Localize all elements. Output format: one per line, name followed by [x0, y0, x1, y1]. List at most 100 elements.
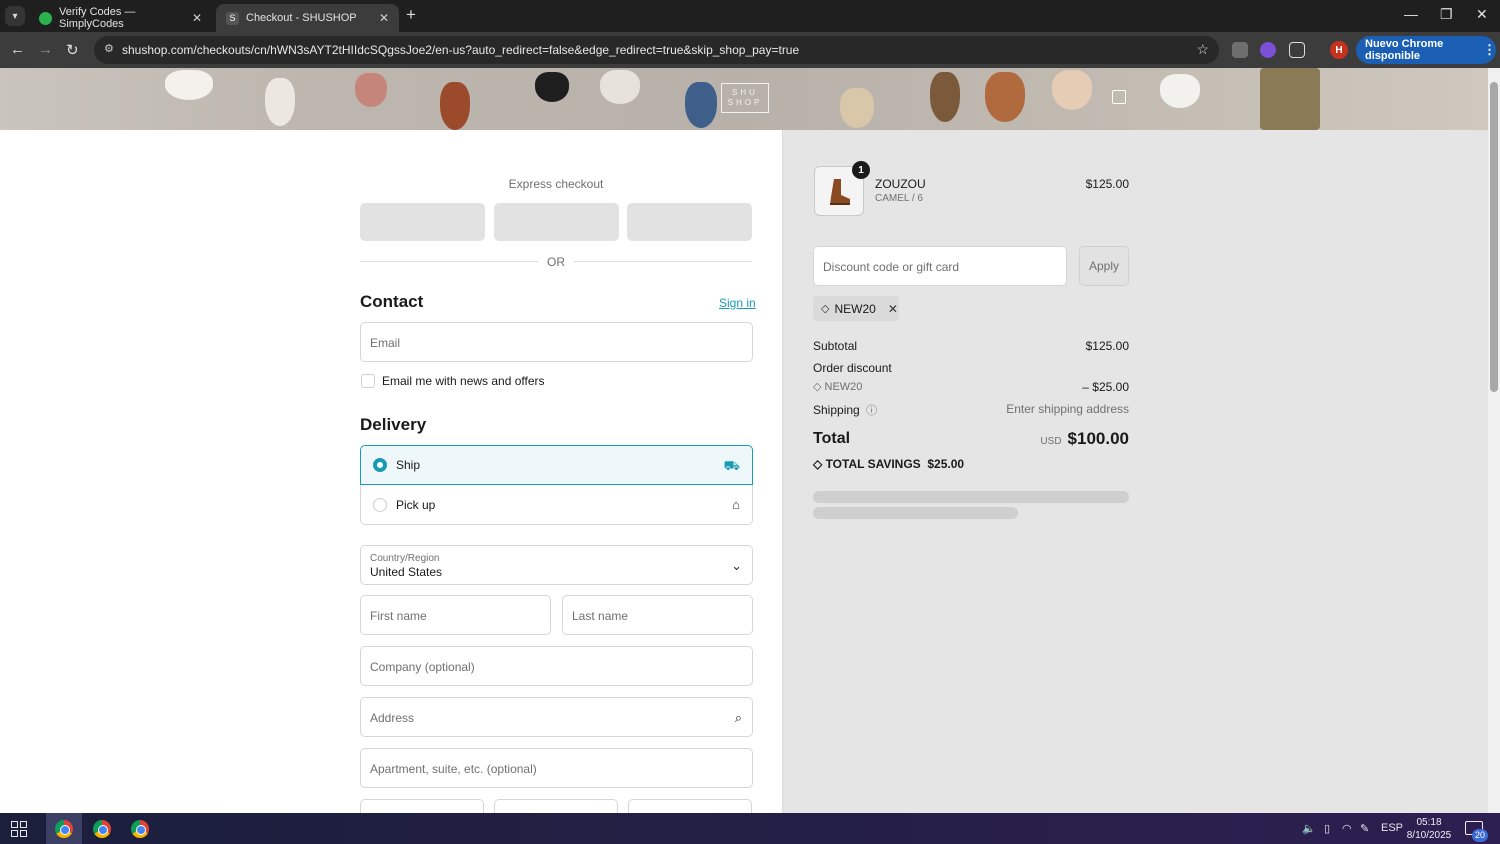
notification-count: 20: [1472, 829, 1488, 842]
pickup-radio[interactable]: [373, 497, 387, 512]
chrome-taskbar-app[interactable]: [84, 813, 120, 844]
savings-label: TOTAL SAVINGS: [825, 457, 921, 471]
extension-icon[interactable]: [1232, 42, 1248, 58]
pickup-label: Pick up: [396, 497, 436, 512]
extensions-puzzle-icon[interactable]: [1289, 42, 1305, 58]
discount-value: – $25.00: [1082, 380, 1129, 394]
banner-shoe-image: [930, 72, 960, 122]
close-tab-icon[interactable]: ✕: [192, 11, 202, 25]
banner-shoe-image: [685, 82, 717, 128]
remove-discount-icon[interactable]: ✕: [888, 302, 898, 316]
bookmark-star-icon[interactable]: ☆: [1196, 41, 1209, 58]
pen-icon[interactable]: ✎: [1360, 822, 1369, 835]
page-scrollbar[interactable]: [1488, 68, 1500, 813]
scrollbar-thumb[interactable]: [1490, 82, 1498, 392]
checkout-form: Express checkout OR Contact Sign in Emai…: [0, 130, 782, 813]
update-label: Nuevo Chrome disponible: [1365, 38, 1444, 62]
apartment-field[interactable]: Apartment, suite, etc. (optional): [360, 748, 753, 788]
express-pay-button[interactable]: [494, 203, 619, 241]
product-variant: CAMEL / 6: [875, 193, 923, 204]
chevron-down-icon: ⌄: [731, 558, 742, 573]
ship-option[interactable]: Ship ⛟: [360, 445, 753, 485]
first-name-field[interactable]: First name: [360, 595, 551, 635]
currency-code: USD: [1040, 436, 1062, 447]
help-icon[interactable]: ⓘ: [866, 405, 877, 417]
pickup-option[interactable]: Pick up ⌂: [360, 485, 753, 525]
discount-code-row: ◇ NEW20: [813, 380, 862, 393]
express-pay-button[interactable]: [627, 203, 752, 241]
country-value: United States: [370, 565, 443, 579]
start-menu-icon[interactable]: [11, 821, 27, 837]
product-price: $125.00: [1085, 177, 1129, 191]
address-bar[interactable]: ⚙ shushop.com/checkouts/cn/hWN3sAYT2tHII…: [94, 36, 1219, 64]
banner-shoe-image: [355, 73, 387, 107]
clock[interactable]: 05:18 8/10/2025: [1404, 816, 1454, 842]
shopping-bag-icon[interactable]: [1112, 90, 1126, 104]
shipping-value: Enter shipping address: [1006, 402, 1129, 416]
first-name-placeholder: First name: [370, 609, 427, 623]
tag-icon: ◇: [821, 303, 830, 315]
minimize-icon[interactable]: —: [1404, 6, 1418, 22]
chrome-taskbar-app[interactable]: [46, 813, 82, 844]
company-field[interactable]: Company (optional): [360, 646, 753, 686]
volume-icon[interactable]: 🔈: [1302, 822, 1316, 835]
url-text: shushop.com/checkouts/cn/hWN3sAYT2tHIIdc…: [122, 43, 800, 57]
total-value: $100.00: [1067, 429, 1129, 448]
search-icon: ⌕: [734, 710, 742, 725]
restore-icon[interactable]: ❐: [1440, 6, 1453, 23]
shipping-row: Shipping ⓘ: [813, 402, 877, 418]
menu-dots-icon: ⋮: [1483, 42, 1496, 57]
banner-shoe-image: [1160, 74, 1200, 108]
close-window-icon[interactable]: ✕: [1476, 6, 1488, 23]
discount-code-input[interactable]: Discount code or gift card: [813, 246, 1067, 286]
order-summary: 1 ZOUZOU CAMEL / 6 $125.00 Discount code…: [782, 130, 1488, 813]
express-pay-button[interactable]: [360, 203, 485, 241]
shushop-logo[interactable]: SHU SHOP: [721, 83, 769, 113]
truck-icon: ⛟: [723, 458, 740, 473]
product-name: ZOUZOU: [875, 177, 926, 191]
store-icon: ⌂: [732, 497, 740, 512]
newsletter-label: Email me with news and offers: [382, 374, 545, 388]
discount-code-text: NEW20: [824, 381, 863, 393]
tab-checkout[interactable]: S Checkout - SHUSHOP ✕: [216, 4, 399, 32]
banner-shoe-image: [535, 72, 569, 102]
wifi-icon[interactable]: ◠: [1342, 822, 1352, 835]
tab-simplycodes[interactable]: Verify Codes — SimplyCodes ✕: [29, 4, 212, 32]
email-field[interactable]: Email: [360, 322, 753, 362]
tag-icon: ◇: [813, 457, 826, 471]
back-icon[interactable]: ←: [10, 41, 25, 58]
product-thumbnail: 1: [814, 161, 870, 216]
logo-line-1: SHU: [732, 88, 758, 97]
browser-toolbar: ← → ↻ ⚙ shushop.com/checkouts/cn/hWN3sAY…: [0, 32, 1500, 68]
language-indicator[interactable]: ESP: [1381, 822, 1403, 834]
state-field[interactable]: [494, 799, 618, 813]
sign-in-link[interactable]: Sign in: [719, 296, 756, 310]
zip-field[interactable]: [628, 799, 752, 813]
last-name-placeholder: Last name: [572, 609, 629, 623]
battery-icon[interactable]: ▯: [1324, 822, 1330, 835]
chrome-update-button[interactable]: Nuevo Chrome disponible ⋮: [1356, 36, 1496, 64]
discount-placeholder: Discount code or gift card: [823, 260, 960, 274]
forward-icon[interactable]: →: [38, 41, 53, 58]
chrome-taskbar-app[interactable]: [122, 813, 158, 844]
apply-discount-button[interactable]: Apply: [1079, 246, 1129, 286]
new-tab-icon[interactable]: +: [406, 5, 416, 25]
close-tab-icon[interactable]: ✕: [379, 11, 389, 25]
clock-date: 8/10/2025: [1406, 830, 1452, 841]
applied-discount-chip: ◇ NEW20 ✕: [813, 296, 899, 321]
ship-radio[interactable]: [373, 458, 387, 472]
country-select[interactable]: Country/Region United States ⌄: [360, 545, 753, 585]
total-savings: ◇ TOTAL SAVINGS $25.00: [813, 457, 964, 471]
reload-icon[interactable]: ↻: [66, 41, 79, 59]
express-checkout-title: Express checkout: [508, 177, 604, 191]
tab-search-button[interactable]: ▾: [5, 6, 25, 26]
address-field[interactable]: Address ⌕: [360, 697, 753, 737]
simplycodes-extension-icon[interactable]: [1260, 42, 1276, 58]
site-info-icon[interactable]: ⚙: [104, 43, 116, 55]
header-banner: SHU SHOP: [0, 68, 1488, 130]
newsletter-checkbox[interactable]: [361, 374, 375, 388]
city-field[interactable]: [360, 799, 484, 813]
or-divider-label: OR: [547, 255, 565, 269]
last-name-field[interactable]: Last name: [562, 595, 753, 635]
profile-avatar[interactable]: H: [1330, 41, 1348, 59]
